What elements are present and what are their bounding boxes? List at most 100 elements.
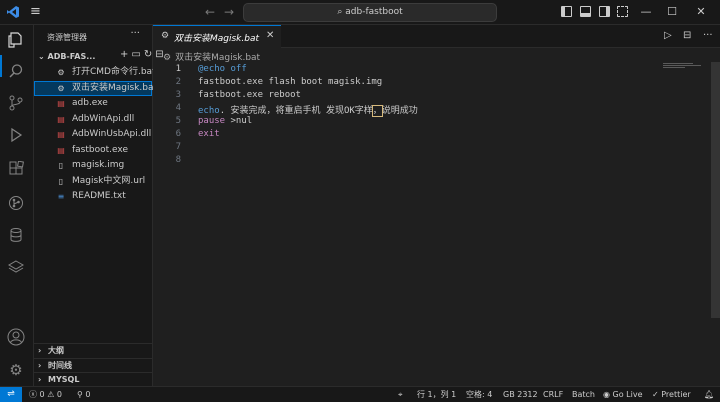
folder-name: ADB-FAS...	[47, 52, 96, 61]
line-number: 2	[175, 77, 181, 87]
search-icon[interactable]	[6, 63, 26, 83]
more-actions-icon[interactable]: ···	[130, 28, 140, 39]
code-editor[interactable]: 1 @echo off 2 fastboot.exe flash boot magis…	[153, 62, 720, 386]
broadcast-icon: ◉	[603, 390, 610, 399]
outline-section[interactable]: › 大纲	[34, 343, 152, 358]
file-item[interactable]: ▤ adb.exe	[34, 96, 152, 111]
file-item[interactable]: ▤ AdbWinUsbApi.dll	[34, 127, 152, 142]
source-control-icon[interactable]	[6, 95, 26, 115]
problems-indicator[interactable]: ⓧ 0 ⚠ 0	[29, 387, 62, 402]
remote-indicator[interactable]: ⇌	[0, 387, 22, 402]
new-file-icon[interactable]: +	[120, 49, 131, 60]
file-name: AdbWinApi.dll	[72, 113, 135, 124]
tab-label: 双击安装Magisk.bat	[174, 34, 260, 44]
file-item[interactable]: ▯ magisk.img	[34, 158, 152, 173]
line-number: 8	[175, 155, 181, 165]
file-item[interactable]: ▯ Magisk中文网.url	[34, 174, 152, 189]
line-number: 7	[175, 142, 181, 152]
refresh-icon[interactable]: ↻	[144, 49, 155, 60]
gear-icon: ⚙	[161, 31, 170, 41]
run-debug-icon[interactable]	[6, 127, 26, 147]
code-line[interactable]: fastboot.exe flash boot magisk.img	[198, 77, 382, 87]
mysql-section[interactable]: › MYSQL	[34, 372, 152, 387]
file-name: Magisk中文网.url	[72, 175, 146, 186]
file-item[interactable]: ⚙ 双击安装Magisk.bat	[34, 80, 157, 96]
encoding[interactable]: GB 2312	[503, 387, 538, 402]
indentation[interactable]: 空格: 4	[466, 387, 492, 402]
minimize-icon[interactable]: —	[638, 4, 654, 20]
close-icon[interactable]: ✕	[693, 4, 709, 20]
minimap[interactable]	[663, 63, 703, 71]
toggle-sidebar-icon[interactable]	[561, 6, 572, 17]
code-line[interactable]: exit	[198, 129, 220, 139]
file-item[interactable]: ⚙ 打开CMD命令行.bat	[34, 65, 155, 80]
file-item[interactable]: ≡ README.txt	[34, 189, 152, 204]
radio-tower-icon: ⚲	[77, 390, 83, 399]
new-folder-icon[interactable]: ▭	[131, 49, 143, 60]
line-number: 5	[175, 116, 181, 126]
stack-icon[interactable]	[6, 259, 26, 279]
chevron-right-icon: ›	[38, 375, 42, 384]
command-center-search[interactable]: ⌕ adb-fastboot	[243, 3, 497, 22]
code-token: exit	[198, 129, 220, 139]
location-icon[interactable]: ⌖	[398, 387, 403, 402]
notifications-bell-icon[interactable]: 🔔︎	[704, 387, 714, 402]
menu-icon[interactable]: ≡	[30, 4, 46, 20]
code-token: 说明成功	[381, 106, 418, 116]
timeline-section[interactable]: › 时间线	[34, 358, 152, 373]
gear-icon: ⚙	[57, 83, 65, 93]
code-token: >nul	[225, 116, 253, 126]
close-tab-icon[interactable]: ✕	[266, 30, 274, 41]
toggle-secondary-sidebar-icon[interactable]	[599, 6, 610, 17]
customize-layout-icon[interactable]	[617, 6, 628, 17]
file-item[interactable]: ▤ fastboot.exe	[34, 143, 152, 158]
go-live-button[interactable]: ◉ Go Live	[603, 387, 643, 402]
folder-header[interactable]: ⌄ ADB-FAS...	[38, 52, 95, 61]
file-item[interactable]: ▤ AdbWinApi.dll	[34, 112, 152, 127]
file-icon: ▯	[58, 161, 64, 170]
git-graph-icon[interactable]	[6, 195, 26, 215]
prettier-button[interactable]: ✓ Prettier	[652, 387, 691, 402]
explorer-sidebar: 资源管理器 ··· ⌄ ADB-FAS... +▭↻⊟ ⚙ 打开CMD命令行.ba…	[34, 25, 164, 387]
code-token: fastboot.exe flash boot magisk.img	[198, 77, 383, 87]
back-arrow-icon[interactable]: ←	[205, 4, 215, 20]
code-line[interactable]: @echo off	[198, 64, 247, 74]
line-number: 6	[175, 129, 181, 139]
text-file-icon: ≡	[57, 192, 65, 201]
code-line[interactable]: fastboot.exe reboot	[198, 90, 301, 100]
line-number: 4	[175, 103, 181, 113]
double-check-icon: ✓	[652, 390, 659, 399]
extensions-icon[interactable]	[6, 160, 26, 181]
vscode-logo-icon	[6, 5, 20, 19]
toggle-panel-icon[interactable]	[580, 6, 591, 17]
binary-file-icon: ▤	[57, 145, 65, 155]
file-name: adb.exe	[72, 98, 108, 108]
code-line[interactable]: echo. 安装完成，将重启手机 发现OK字样，说明成功	[198, 103, 418, 117]
account-icon[interactable]	[6, 328, 26, 348]
maximize-icon[interactable]: ☐	[664, 4, 680, 20]
binary-file-icon: ▤	[57, 130, 65, 139]
file-name: 打开CMD命令行.bat	[72, 67, 156, 77]
tab-active-file[interactable]: ⚙ 双击安装Magisk.bat ✕	[153, 25, 281, 48]
cursor-position[interactable]: 行 1，列 1	[417, 387, 456, 402]
explorer-icon[interactable]	[6, 31, 26, 51]
file-name: 双击安装Magisk.bat	[72, 82, 158, 93]
vertical-scrollbar[interactable]	[711, 62, 720, 318]
database-icon[interactable]	[6, 227, 26, 247]
explorer-actions: +▭↻⊟	[120, 49, 167, 60]
file-icon: ▯	[58, 176, 64, 186]
manage-gear-icon[interactable]: ⚙	[6, 360, 26, 380]
end-of-line[interactable]: CRLF	[543, 387, 563, 402]
line-number: 3	[175, 90, 181, 100]
language-mode[interactable]: Batch	[572, 387, 595, 402]
binary-file-icon: ▤	[57, 114, 65, 124]
ports-indicator[interactable]: ⚲ 0	[77, 387, 91, 402]
run-file-icon[interactable]: ▷	[664, 30, 672, 41]
code-token: fastboot.exe reboot	[198, 90, 301, 100]
code-token: @echo off	[198, 64, 247, 74]
more-actions-icon[interactable]: ···	[703, 30, 713, 41]
forward-arrow-icon[interactable]: →	[224, 4, 234, 20]
split-editor-icon[interactable]: ⊟	[683, 30, 691, 41]
code-line[interactable]: pause >nul	[198, 116, 252, 126]
error-icon: ⓧ	[29, 390, 37, 399]
